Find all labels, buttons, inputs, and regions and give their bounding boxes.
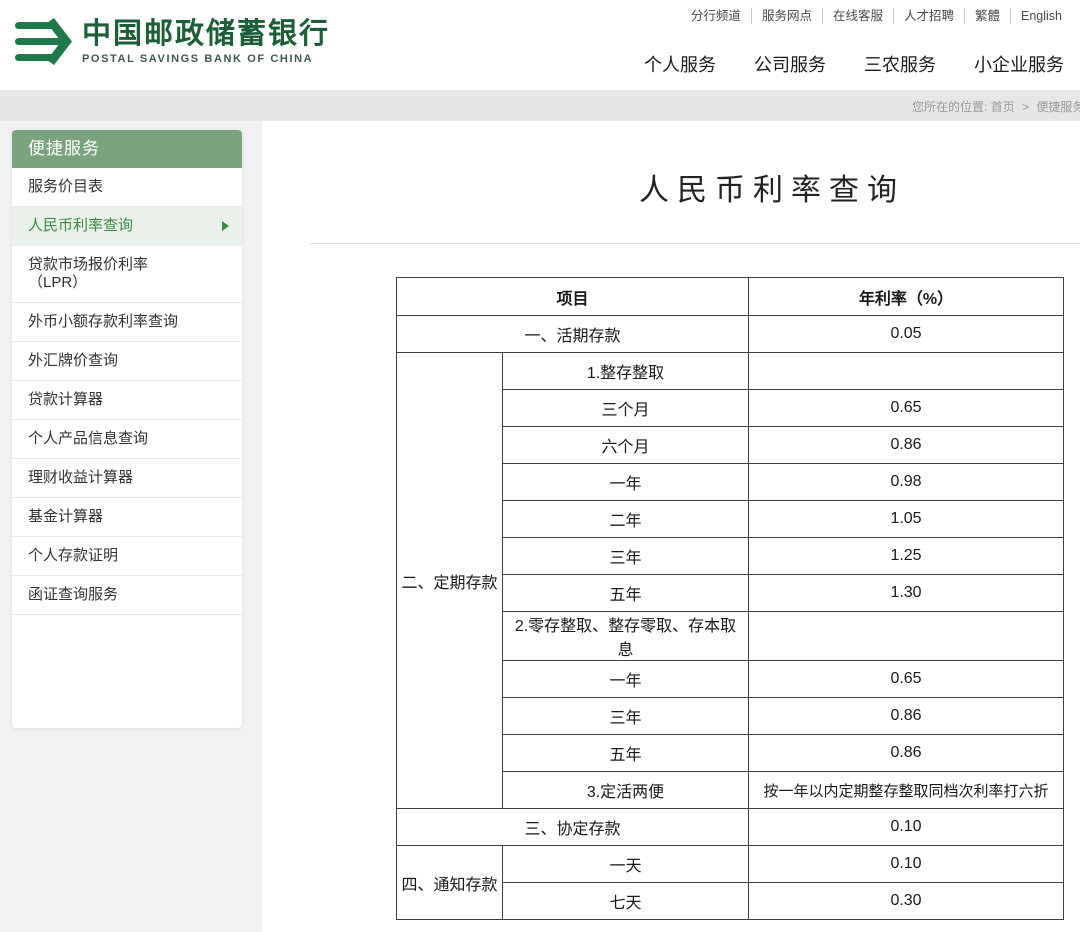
sidebar-item-lpr[interactable]: 贷款市场报价利率 （LPR）	[12, 246, 242, 303]
row-rate-note: 按一年以内定期整存整取同档次利率打六折	[749, 772, 1064, 809]
bank-name-en: POSTAL SAVINGS BANK OF CHINA	[82, 53, 330, 65]
link-english[interactable]: English	[1021, 9, 1062, 23]
page-title: 人民币利率查询	[262, 165, 1080, 209]
row-rate: 0.65	[749, 661, 1064, 698]
row-label: 三个月	[503, 390, 749, 427]
page-body: 便捷服务 服务价目表 人民币利率查询 贷款市场报价利率 （LPR） 外币小额存款…	[0, 121, 1080, 932]
group-notice-deposit: 四、通知存款	[397, 846, 503, 920]
sidebar-item-service-price-list[interactable]: 服务价目表	[12, 168, 242, 207]
col-header-item: 项目	[397, 278, 749, 316]
table-row: 四、通知存款 一天 0.10	[397, 846, 1064, 883]
sidebar-title: 便捷服务	[12, 130, 242, 168]
sidebar: 便捷服务 服务价目表 人民币利率查询 贷款市场报价利率 （LPR） 外币小额存款…	[12, 130, 242, 728]
sidebar-item-confirmation-letter-service[interactable]: 函证查询服务	[12, 576, 242, 615]
link-traditional-chinese[interactable]: 繁體	[975, 9, 1000, 23]
bank-logo[interactable]: 中国邮政储蓄银行 POSTAL SAVINGS BANK OF CHINA	[14, 16, 330, 68]
row-label: 一天	[503, 846, 749, 883]
breadcrumb-bar: 您所在的位置: 首页 > 便捷服务	[0, 90, 1080, 121]
row-label: 3.定活两便	[503, 772, 749, 809]
row-label: 三年	[503, 698, 749, 735]
group-fixed-deposit: 二、定期存款	[397, 353, 503, 809]
row-rate: 0.86	[749, 427, 1064, 464]
row-label: 二年	[503, 501, 749, 538]
sidebar-menu: 服务价目表 人民币利率查询 贷款市场报价利率 （LPR） 外币小额存款利率查询 …	[12, 168, 242, 615]
sidebar-item-exchange-rate-query[interactable]: 外汇牌价查询	[12, 342, 242, 381]
row-rate: 0.10	[749, 809, 1064, 846]
row-label: 三年	[503, 538, 749, 575]
table-row: 三、协定存款 0.10	[397, 809, 1064, 846]
breadcrumb-prefix: 您所在的位置:	[912, 100, 987, 114]
table-row: 二、定期存款 1.整存整取	[397, 353, 1064, 390]
row-label: 2.零存整取、整存零取、存本取息	[503, 612, 749, 661]
row-rate: 1.25	[749, 538, 1064, 575]
sidebar-item-personal-product-info[interactable]: 个人产品信息查询	[12, 420, 242, 459]
nav-corporate-services[interactable]: 公司服务	[754, 51, 826, 77]
row-rate: 0.98	[749, 464, 1064, 501]
header-right: 分行频道 服务网点 在线客服 人才招聘 繁體 English 个人服务 公司服务…	[644, 8, 1064, 77]
sidebar-item-rmb-rate-query[interactable]: 人民币利率查询	[12, 207, 242, 246]
main-nav: 个人服务 公司服务 三农服务 小企业服务	[644, 51, 1064, 77]
row-rate: 0.65	[749, 390, 1064, 427]
rmb-rate-table: 项目 年利率（%） 一、活期存款 0.05 二、定期存款 1.整存整取 三个月 …	[396, 277, 1064, 920]
sidebar-item-wealth-income-calculator[interactable]: 理财收益计算器	[12, 459, 242, 498]
row-rate	[749, 353, 1064, 390]
row-rate: 1.05	[749, 501, 1064, 538]
table-header-row: 项目 年利率（%）	[397, 278, 1064, 316]
sidebar-item-label: 人民币利率查询	[28, 217, 133, 234]
col-header-rate: 年利率（%）	[749, 278, 1064, 316]
sidebar-item-loan-calculator[interactable]: 贷款计算器	[12, 381, 242, 420]
breadcrumb-current[interactable]: 便捷服务	[1036, 100, 1080, 114]
row-label: 一年	[503, 464, 749, 501]
link-branch-channel[interactable]: 分行频道	[691, 9, 741, 23]
link-online-service[interactable]: 在线客服	[833, 9, 883, 23]
site-header: 中国邮政储蓄银行 POSTAL SAVINGS BANK OF CHINA 分行…	[0, 0, 1080, 90]
row-rate: 0.30	[749, 883, 1064, 920]
nav-small-business-services[interactable]: 小企业服务	[974, 51, 1064, 77]
link-service-outlets[interactable]: 服务网点	[762, 9, 812, 23]
active-arrow-icon	[222, 221, 229, 231]
breadcrumb-home[interactable]: 首页	[991, 100, 1015, 114]
nav-personal-services[interactable]: 个人服务	[644, 51, 716, 77]
link-recruitment[interactable]: 人才招聘	[904, 9, 954, 23]
row-label: 七天	[503, 883, 749, 920]
row-rate: 0.86	[749, 735, 1064, 772]
breadcrumb-separator: >	[1022, 100, 1029, 114]
row-label: 六个月	[503, 427, 749, 464]
row-label: 五年	[503, 575, 749, 612]
row-rate: 0.05	[749, 316, 1064, 353]
row-label-agreement-deposit: 三、协定存款	[397, 809, 749, 846]
utility-links: 分行频道 服务网点 在线客服 人才招聘 繁體 English	[644, 8, 1064, 24]
bank-name-cn: 中国邮政储蓄银行	[82, 19, 330, 51]
sidebar-item-personal-deposit-certificate[interactable]: 个人存款证明	[12, 537, 242, 576]
breadcrumb: 您所在的位置: 首页 > 便捷服务	[912, 98, 1080, 115]
row-rate	[749, 612, 1064, 661]
sidebar-item-foreign-currency-deposit-rate[interactable]: 外币小额存款利率查询	[12, 303, 242, 342]
nav-rural-services[interactable]: 三农服务	[864, 51, 936, 77]
row-label: 一年	[503, 661, 749, 698]
table-row: 一、活期存款 0.05	[397, 316, 1064, 353]
row-rate: 1.30	[749, 575, 1064, 612]
row-label: 五年	[503, 735, 749, 772]
row-label-demand-deposit: 一、活期存款	[397, 316, 749, 353]
row-rate: 0.86	[749, 698, 1064, 735]
row-label: 1.整存整取	[503, 353, 749, 390]
sidebar-item-fund-calculator[interactable]: 基金计算器	[12, 498, 242, 537]
row-rate: 0.10	[749, 846, 1064, 883]
bank-logo-icon	[14, 16, 72, 68]
main-content: 人民币利率查询 项目 年利率（%） 一、活期存款 0.05 二、定期存款 1.整…	[262, 121, 1080, 932]
title-divider	[310, 243, 1080, 244]
